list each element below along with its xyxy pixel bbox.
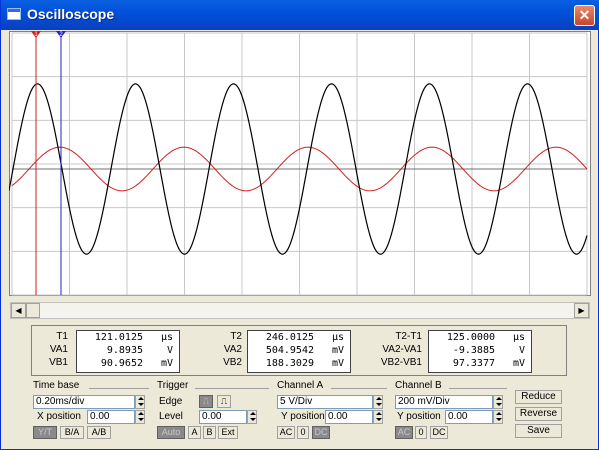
trigger-ext-button[interactable]: Ext bbox=[218, 426, 238, 439]
channel-b-zero-button[interactable]: 0 bbox=[415, 426, 427, 439]
t1-unit: µs bbox=[160, 332, 173, 343]
oscilloscope-window: Oscilloscope ✕ 1 2 ◀ ▶ T1 VA1 VB1 121.01… bbox=[0, 0, 599, 450]
channel-a-ypos-spinner[interactable] bbox=[373, 410, 383, 424]
t2-t1-value: 125.0000 bbox=[446, 332, 495, 343]
channel-b-title: Channel B bbox=[395, 380, 442, 391]
vb1-unit: mV bbox=[160, 358, 173, 369]
timebase-scale-spinner[interactable] bbox=[135, 395, 145, 409]
t2-unit: µs bbox=[331, 332, 344, 343]
channel-a-ypos-label: Y position bbox=[281, 411, 325, 422]
channel-a-ac-button[interactable]: AC bbox=[277, 426, 295, 439]
vb2-value: 188.3029 bbox=[265, 358, 314, 369]
t2-label: T2 bbox=[230, 331, 242, 342]
timebase-title: Time base bbox=[33, 380, 80, 391]
diff-readout-box: 125.0000 µs -9.3885 V 97.3377 mV bbox=[428, 330, 532, 373]
title-bar[interactable]: Oscilloscope ✕ bbox=[1, 0, 599, 30]
trigger-a-button[interactable]: A bbox=[188, 426, 201, 439]
channel-b-ypos-field[interactable]: 0.00 bbox=[445, 410, 493, 424]
channel-b-scale-spinner[interactable] bbox=[493, 395, 503, 409]
t2-t1-unit: µs bbox=[512, 332, 525, 343]
time-scrollbar[interactable]: ◀ ▶ bbox=[10, 302, 590, 319]
channel-a-zero-button[interactable]: 0 bbox=[297, 426, 309, 439]
group-separator bbox=[89, 388, 149, 389]
edge-label: Edge bbox=[159, 396, 183, 407]
yt-mode-button[interactable]: Y/T bbox=[33, 426, 57, 439]
window-icon bbox=[7, 8, 21, 20]
timebase-scale-field[interactable]: 0.20ms/div bbox=[33, 395, 135, 409]
channel-a-dc-button[interactable]: DC bbox=[312, 426, 330, 439]
save-button[interactable]: Save bbox=[515, 424, 562, 438]
vb2-label: VB2 bbox=[223, 357, 242, 368]
channel-b-ac-button[interactable]: AC bbox=[395, 426, 413, 439]
scroll-left-button[interactable]: ◀ bbox=[11, 303, 26, 318]
level-label: Level bbox=[159, 411, 183, 422]
vb2-unit: mV bbox=[331, 358, 344, 369]
channel-b-ypos-spinner[interactable] bbox=[493, 410, 503, 424]
reduce-button[interactable]: Reduce bbox=[515, 390, 562, 404]
x-position-label: X position bbox=[37, 411, 81, 422]
trigger-level-field[interactable]: 0.00 bbox=[199, 410, 247, 424]
group-separator bbox=[195, 388, 269, 389]
trigger-group: Trigger Edge ⎍ ⎍ Level 0.00 Auto A B Ext bbox=[155, 380, 269, 440]
ab-mode-button[interactable]: A/B bbox=[87, 426, 111, 439]
va1-label: VA1 bbox=[49, 344, 68, 355]
vb1-label: VB1 bbox=[49, 357, 68, 368]
va1-value: 9.8935 bbox=[106, 345, 143, 356]
scroll-thumb[interactable] bbox=[26, 303, 40, 318]
channel-a-ypos-field[interactable]: 0.00 bbox=[325, 410, 373, 424]
va2-va1-unit: V bbox=[518, 345, 525, 356]
va2-va1-value: -9.3885 bbox=[452, 345, 495, 356]
vb2-vb1-label: VB2-VB1 bbox=[380, 357, 422, 368]
channel-b-scale-field[interactable]: 200 mV/Div bbox=[395, 395, 493, 409]
close-button[interactable]: ✕ bbox=[574, 5, 595, 26]
t2-value: 246.0125 bbox=[265, 332, 314, 343]
trigger-auto-button[interactable]: Auto bbox=[157, 426, 185, 439]
t1-value: 121.0125 bbox=[94, 332, 143, 343]
group-separator bbox=[449, 388, 507, 389]
va2-value: 504.9542 bbox=[265, 345, 314, 356]
trigger-b-button[interactable]: B bbox=[203, 426, 216, 439]
channel-b-dc-button[interactable]: DC bbox=[430, 426, 448, 439]
scope-grid bbox=[11, 32, 588, 296]
scope-screen: 1 2 bbox=[9, 31, 588, 296]
va2-label: VA2 bbox=[223, 344, 242, 355]
reverse-button[interactable]: Reverse bbox=[515, 407, 562, 421]
t2-readout-box: 246.0125 µs 504.9542 mV 188.3029 mV bbox=[247, 330, 351, 373]
va2-va1-label: VA2-VA1 bbox=[382, 344, 422, 355]
timebase-group: Time base 0.20ms/div X position 0.00 Y/T… bbox=[31, 380, 149, 440]
t2-t1-label: T2-T1 bbox=[395, 331, 422, 342]
ba-mode-button[interactable]: B/A bbox=[60, 426, 84, 439]
cursor-readout-panel: T1 VA1 VB1 121.0125 µs 9.8935 V 90.9652 mV … bbox=[31, 325, 567, 376]
falling-edge-icon[interactable]: ⎍ bbox=[217, 395, 231, 408]
x-position-spinner[interactable] bbox=[135, 410, 145, 424]
t1-readout-box: 121.0125 µs 9.8935 V 90.9652 mV bbox=[76, 330, 180, 373]
channel-a-scale-field[interactable]: 5 V/Div bbox=[277, 395, 373, 409]
x-position-field[interactable]: 0.00 bbox=[87, 410, 135, 424]
scroll-right-button[interactable]: ▶ bbox=[574, 303, 589, 318]
channel-a-title: Channel A bbox=[277, 380, 324, 391]
t1-label: T1 bbox=[56, 331, 68, 342]
vb2-vb1-unit: mV bbox=[512, 358, 525, 369]
channel-a-group: Channel A 5 V/Div Y position 0.00 AC 0 D… bbox=[275, 380, 387, 440]
trigger-level-spinner[interactable] bbox=[247, 410, 257, 424]
vb1-value: 90.9652 bbox=[100, 358, 143, 369]
va2-unit: mV bbox=[331, 345, 344, 356]
rising-edge-icon[interactable]: ⎍ bbox=[199, 395, 213, 408]
channel-a-scale-spinner[interactable] bbox=[373, 395, 383, 409]
vb2-vb1-value: 97.3377 bbox=[452, 358, 495, 369]
channel-b-group: Channel B 200 mV/Div Y position 0.00 AC … bbox=[393, 380, 507, 440]
window-title: Oscilloscope bbox=[27, 6, 115, 22]
trigger-title: Trigger bbox=[157, 380, 189, 391]
va1-unit: V bbox=[166, 345, 173, 356]
channel-b-ypos-label: Y position bbox=[397, 411, 441, 422]
group-separator bbox=[331, 388, 387, 389]
